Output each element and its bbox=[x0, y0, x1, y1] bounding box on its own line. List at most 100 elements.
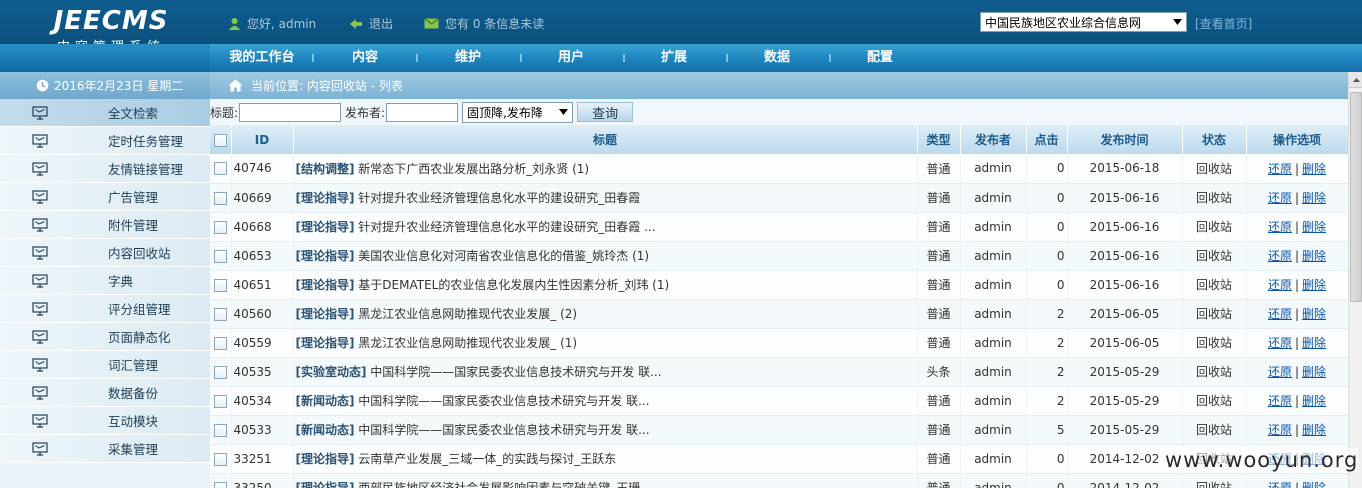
nav-maintenance[interactable]: 维护 bbox=[438, 44, 498, 72]
col-header-status[interactable]: 状态 bbox=[1182, 125, 1247, 154]
nav-users[interactable]: 用户 bbox=[541, 44, 601, 72]
row-title-link[interactable]: 中国科学院——国家民委农业信息技术研究与开发 联... bbox=[354, 423, 649, 437]
restore-link[interactable]: 还原 bbox=[1268, 191, 1292, 205]
restore-link[interactable]: 还原 bbox=[1268, 423, 1292, 437]
sidebar-item[interactable]: 全文检索 bbox=[0, 99, 210, 127]
select-all-checkbox[interactable] bbox=[213, 133, 227, 147]
table-row: 40560 [理论指导] 黑龙江农业信息网助推现代农业发展_ (2) 普通 admin… bbox=[210, 299, 1349, 329]
col-header-clicks[interactable]: 点击 bbox=[1026, 125, 1068, 154]
scroll-up-button[interactable] bbox=[1349, 72, 1362, 88]
restore-link[interactable]: 还原 bbox=[1268, 162, 1292, 176]
row-checkbox[interactable] bbox=[213, 365, 227, 379]
greeting-text: 您好, admin bbox=[247, 16, 317, 31]
delete-link[interactable]: 删除 bbox=[1302, 191, 1326, 205]
row-title-link[interactable]: 新常态下广西农业发展出路分析_刘永贤 (1) bbox=[354, 162, 589, 176]
row-id: 40560 bbox=[231, 299, 294, 329]
messages-link[interactable]: 您有 0 条信息未读 bbox=[424, 14, 544, 32]
col-header-type[interactable]: 类型 bbox=[917, 125, 961, 154]
col-header-id[interactable]: ID bbox=[231, 125, 294, 154]
delete-link[interactable]: 删除 bbox=[1302, 481, 1326, 488]
delete-link[interactable]: 删除 bbox=[1302, 162, 1326, 176]
col-header-publisher[interactable]: 发布者 bbox=[960, 125, 1027, 154]
row-title-link[interactable]: 中国科学院——国家民委农业信息技术研究与开发 联... bbox=[354, 394, 649, 408]
sidebar-item[interactable]: 页面静态化 bbox=[0, 323, 210, 351]
restore-link[interactable]: 还原 bbox=[1268, 307, 1292, 321]
row-status: 回收站 bbox=[1182, 183, 1247, 213]
logout-link[interactable]: 退出 bbox=[348, 14, 393, 32]
sidebar-item[interactable]: 字典 bbox=[0, 267, 210, 295]
delete-link[interactable]: 删除 bbox=[1302, 394, 1326, 408]
sidebar-item[interactable]: 评分组管理 bbox=[0, 295, 210, 323]
row-checkbox[interactable] bbox=[213, 307, 227, 321]
delete-link[interactable]: 删除 bbox=[1302, 249, 1326, 263]
nav-separator bbox=[829, 54, 831, 62]
nav-content[interactable]: 内容 bbox=[335, 44, 395, 72]
delete-link[interactable]: 删除 bbox=[1302, 307, 1326, 321]
row-title-link[interactable]: 美国农业信息化对河南省农业信息化的借鉴_姚玲杰 (1) bbox=[354, 249, 649, 263]
row-title-link[interactable]: 基于DEMATEL的农业信息化发展内生性因素分析_刘玮 (1) bbox=[354, 278, 669, 292]
sort-select[interactable]: 固顶降,发布降 bbox=[462, 101, 574, 123]
sidebar-item[interactable]: 词汇管理 bbox=[0, 351, 210, 379]
restore-link[interactable]: 还原 bbox=[1268, 278, 1292, 292]
restore-link[interactable]: 还原 bbox=[1268, 336, 1292, 350]
row-publisher: admin bbox=[960, 386, 1027, 416]
row-checkbox[interactable] bbox=[213, 249, 227, 263]
row-title-link[interactable]: 西部民族地区经济社会发展影响因素与突破关键_王珊 bbox=[354, 481, 640, 488]
sidebar-item[interactable]: 内容回收站 bbox=[0, 239, 210, 267]
monitor-icon bbox=[32, 134, 48, 148]
nav-separator bbox=[520, 54, 522, 62]
view-home-link[interactable]: [查看首页] bbox=[1195, 15, 1252, 32]
nav-workbench[interactable]: 我的工作台 bbox=[222, 44, 302, 72]
nav-extend[interactable]: 扩展 bbox=[644, 44, 704, 72]
row-checkbox[interactable] bbox=[213, 162, 227, 176]
restore-link[interactable]: 还原 bbox=[1268, 249, 1292, 263]
row-title-link[interactable]: 针对提升农业经济管理信息化水平的建设研究_田春霞 bbox=[354, 191, 640, 205]
row-title-link[interactable]: 中国科学院——国家民委农业信息技术研究与开发 联... bbox=[366, 365, 661, 379]
row-checkbox[interactable] bbox=[213, 336, 227, 350]
restore-link[interactable]: 还原 bbox=[1268, 394, 1292, 408]
delete-link[interactable]: 删除 bbox=[1302, 336, 1326, 350]
delete-link[interactable]: 删除 bbox=[1302, 220, 1326, 234]
delete-link[interactable]: 删除 bbox=[1302, 278, 1326, 292]
col-header-title[interactable]: 标题 bbox=[293, 125, 918, 154]
nav-config[interactable]: 配置 bbox=[850, 44, 910, 72]
query-button[interactable]: 查询 bbox=[577, 102, 634, 122]
sidebar-item[interactable]: 采集管理 bbox=[0, 435, 210, 463]
row-category-tag: [实验室动态] bbox=[295, 365, 367, 379]
nav-separator bbox=[726, 54, 728, 62]
row-title-link[interactable]: 云南草产业发展_三域一体_的实践与探讨_王跃东 bbox=[354, 452, 616, 466]
site-select-value: 中国民族地区农业综合信息网 bbox=[985, 15, 1142, 30]
row-title-link[interactable]: 针对提升农业经济管理信息化水平的建设研究_田春霞 ... bbox=[354, 220, 655, 234]
row-checkbox[interactable] bbox=[213, 191, 227, 205]
title-filter-input[interactable] bbox=[239, 102, 342, 122]
col-header-date[interactable]: 发布时间 bbox=[1067, 125, 1183, 154]
row-checkbox[interactable] bbox=[213, 481, 227, 488]
restore-link[interactable]: 还原 bbox=[1268, 220, 1292, 234]
restore-link[interactable]: 还原 bbox=[1268, 481, 1292, 488]
row-checkbox[interactable] bbox=[213, 452, 227, 466]
vertical-scrollbar[interactable] bbox=[1348, 72, 1362, 488]
delete-link[interactable]: 删除 bbox=[1302, 423, 1326, 437]
restore-link[interactable]: 还原 bbox=[1268, 365, 1292, 379]
row-checkbox[interactable] bbox=[213, 423, 227, 437]
row-clicks: 2 bbox=[1026, 386, 1068, 416]
nav-data[interactable]: 数据 bbox=[747, 44, 807, 72]
sidebar-item[interactable]: 友情链接管理 bbox=[0, 155, 210, 183]
row-title-link[interactable]: 黑龙江农业信息网助推现代农业发展_ (2) bbox=[354, 307, 577, 321]
row-checkbox[interactable] bbox=[213, 394, 227, 408]
sidebar-item[interactable]: 定时任务管理 bbox=[0, 127, 210, 155]
sidebar-item[interactable]: 附件管理 bbox=[0, 211, 210, 239]
delete-link[interactable]: 删除 bbox=[1302, 365, 1326, 379]
row-checkbox[interactable] bbox=[213, 220, 227, 234]
sidebar-item[interactable]: 互动模块 bbox=[0, 407, 210, 435]
site-select[interactable]: 中国民族地区农业综合信息网 bbox=[980, 12, 1187, 32]
sidebar-item[interactable]: 数据备份 bbox=[0, 379, 210, 407]
row-date: 2015-05-29 bbox=[1067, 357, 1183, 387]
row-date: 2015-06-16 bbox=[1067, 183, 1183, 213]
sidebar-item[interactable]: 广告管理 bbox=[0, 183, 210, 211]
publisher-filter-input[interactable] bbox=[386, 102, 459, 122]
monitor-icon bbox=[32, 274, 48, 288]
scroll-thumb[interactable] bbox=[1350, 92, 1362, 302]
row-title-link[interactable]: 黑龙江农业信息网助推现代农业发展_ (1) bbox=[354, 336, 577, 350]
row-checkbox[interactable] bbox=[213, 278, 227, 292]
